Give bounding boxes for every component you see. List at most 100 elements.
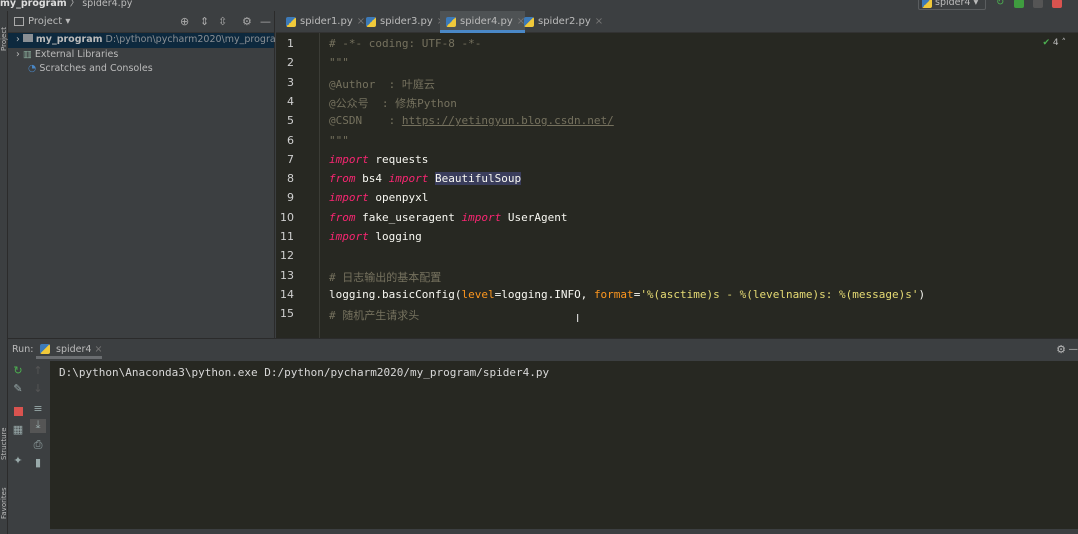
code-line: @CSDN : https://yetingyun.blog.csdn.net/ [329,114,614,127]
code-token: @CSDN : [329,114,402,128]
line-number: 10 [280,210,294,224]
code-editor[interactable]: 1 2 3 4 5 6 7 8 9 10 11 12 13 14 15 # -*- coding: UTF-… [276,33,1078,338]
line-number: 3 [287,75,294,89]
line-number: 2 [287,56,294,70]
code-line: from bs4 import BeautifulSoup [329,172,522,186]
python-icon [922,0,932,8]
tab-spider3[interactable]: spider3.py× [360,11,445,33]
python-file-icon [446,17,456,27]
code-token: @Author : 叶庭云 [329,77,435,91]
code-token: from [329,172,356,186]
code-token: logging. [329,287,382,301]
code-token: """ [329,56,349,70]
line-number: 13 [280,268,294,282]
arrow-up-icon[interactable]: ↑ [32,365,44,377]
line-number: 7 [287,152,294,166]
run-toolbar: ↻ ↑ ✎ ↓ ≡ ⤓ ▦ ⎙ ✦ ▮ [8,361,50,531]
editor-tabs: spider1.py×spider3.py×spider4.py×spider2… [276,11,1078,33]
tab-spider4[interactable]: spider4.py × [440,11,526,33]
line-number: 1 [287,37,294,50]
tab-spider2[interactable]: spider2.py × [518,11,603,33]
arrow-down-icon[interactable]: ↓ [32,383,44,395]
stop-icon[interactable] [1052,0,1062,8]
line-number: 15 [280,307,294,321]
code-token: BeautifulSoup [435,172,522,186]
code-token: import [329,230,369,243]
breadcrumb-file[interactable]: spider4.py [82,0,132,9]
code-token: logging [368,230,422,243]
print-icon[interactable]: ⎙ [32,439,44,451]
code-line: @Author : 叶庭云 [329,76,435,92]
close-tab-icon[interactable]: × [595,16,603,27]
code-token: https://yetingyun.blog.csdn.net/ [401,114,614,128]
side-tab-project[interactable]: Project [0,15,8,51]
chevron-up-icon[interactable]: ˄ [1062,38,1067,48]
wrench-icon[interactable]: ✎ [12,383,24,395]
project-view-icon [14,17,24,26]
code-token: =logging.INFO, [494,287,594,301]
rerun-icon[interactable]: ↻ [12,365,24,377]
tree-item-my-program[interactable]: › my_program D:\python\pycharm2020\my_pro… [8,33,285,48]
code-line: @公众号 : 修炼Python [329,95,457,111]
line-number: 12 [280,249,294,263]
line-number: 8 [287,172,294,186]
code-token: from [329,210,356,224]
code-token: import [329,191,369,205]
stop-icon[interactable] [14,407,23,416]
tree-item-scratches[interactable]: ◔ Scratches and Consoles [8,62,274,77]
code-token: @公众号 : 修炼Python [329,96,457,110]
text-cursor-icon: I [576,312,580,325]
side-tab-structure[interactable]: Structure [0,416,8,460]
run-config-dropdown[interactable]: spider4 ▾ [918,0,986,10]
python-file-icon [524,17,534,27]
line-number: 9 [287,191,294,205]
tree-item-external-libraries[interactable]: › ▥ External Libraries [8,48,274,63]
code-token: openpyxl [368,191,429,205]
project-panel: Project ▾ ⊕ ⇕ ⇳ ⚙ — › my_program D:\pytho… [8,11,285,338]
code-token: import [388,172,429,186]
code-token: # 随机产生请求头 [329,309,420,323]
hide-icon[interactable]: — [260,11,271,33]
console-output[interactable]: D:\python\Anaconda3\python.exe D:/python… [50,361,1078,529]
line-number: 14 [280,287,294,301]
scroll-to-end-icon[interactable]: ⤓ [30,419,46,433]
debug-icon[interactable] [1014,0,1024,8]
soft-wrap-icon[interactable]: ≡ [32,403,44,415]
expand-all-icon[interactable]: ⇕ [200,11,209,33]
python-file-icon [286,17,296,27]
project-title[interactable]: Project [28,16,62,27]
code-line: # 日志输出的基本配置 [329,269,441,285]
collapse-all-icon[interactable]: ⇳ [218,11,227,33]
fold-guide [319,33,320,338]
layout-icon[interactable]: ▦ [12,424,24,436]
code-token: requests [368,152,429,166]
code-line: logging.basicConfig(level=logging.INFO, … [329,288,925,301]
inspection-widget[interactable]: ✔ 4 ˄ [1042,38,1066,48]
code-token: """ [329,133,349,147]
rerun-icon[interactable]: ↻ [996,0,1006,8]
run-tab[interactable]: spider4 × [36,339,103,359]
line-number: 6 [287,133,294,147]
hide-icon[interactable]: — [1069,339,1078,361]
code-token: '%(asctime)s - %(levelname)s: %(message)… [640,287,919,301]
gear-icon[interactable]: ⚙ [242,11,252,33]
code-token: level [461,287,495,301]
trash-icon[interactable]: ▮ [32,457,44,469]
coverage-icon[interactable] [1033,0,1043,8]
code-line: import logging [329,230,422,243]
tab-spider1[interactable]: spider1.py × [280,11,365,33]
pin-icon[interactable]: ✦ [12,455,24,467]
side-tab-favorites[interactable]: Favorites [0,475,8,519]
line-number: 11 [280,230,294,243]
gear-icon[interactable]: ⚙ [1056,339,1066,361]
code-line: # -*- coding: UTF-8 -*- [329,37,481,50]
breadcrumb-project[interactable]: my_program [0,0,67,9]
code-token: # -*- coding: UTF-8 -*- [329,37,482,50]
python-icon [40,344,50,354]
close-icon[interactable]: × [94,344,102,355]
run-panel: Run: spider4 × ⚙ — ↻ ↑ ✎ ↓ ≡ ⤓ ▦ ⎙ ✦ ▮ D… [8,338,1078,534]
line-number: 5 [287,114,294,128]
code-token: ) [918,287,926,301]
code-token: import [461,210,502,224]
locate-icon[interactable]: ⊕ [180,11,189,33]
